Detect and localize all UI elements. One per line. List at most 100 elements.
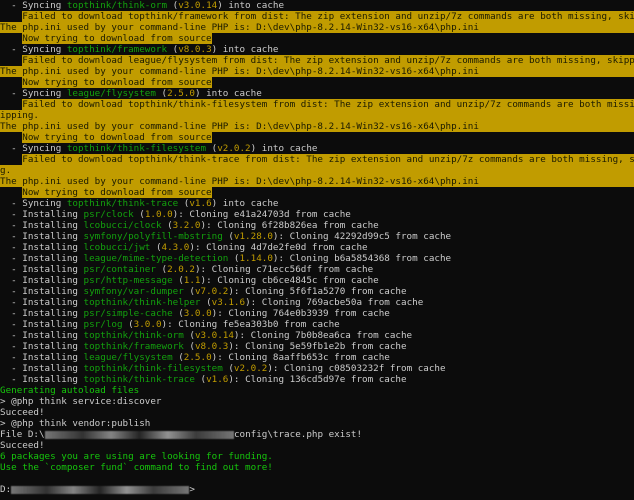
package-name: topthink/think-filesystem [83,363,223,374]
package-version: 2.5.0 [167,88,195,99]
package-name: topthink/framework [83,341,184,352]
line-text: - Installing [0,264,84,275]
package-version: 4.3.0 [161,242,190,253]
line-text: ( [200,297,212,308]
warning-line: The php.ini used by your command-line PH… [0,121,634,132]
warning-text: Now trying to download from source [22,132,212,143]
line-text: ): Cloning 5e59fb1e2b from cache [228,341,407,352]
line-text: ( [161,220,173,231]
line-text: ): Cloning 764e0b3939 from cache [211,308,390,319]
package-version: 2.5.0 [183,352,212,363]
package-name: lcobucci/clock [83,220,162,231]
terminal-line: 6 packages you are using are looking for… [0,451,634,462]
line-text: - Installing [0,341,84,352]
line-text: - Syncing [0,44,67,55]
terminal-line: - Installing topthink/think-trace (v1.6)… [0,374,634,385]
line-text: ( [228,253,240,264]
line-text: Use the `composer fund` command to find … [0,462,273,473]
terminal-line: - Installing psr/clock (1.0.0): Cloning … [0,209,634,220]
package-name: league/flysystem [83,352,173,363]
line-text: - Installing [0,308,84,319]
warning-text: Now trying to download from source [22,77,212,88]
terminal-line: Succeed! [0,407,634,418]
line-text: - Syncing [0,198,67,209]
package-name: symfony/var-dumper [83,286,184,297]
package-version: v2.0.2 [233,363,268,374]
line-text: The php.ini used by your command-line PH… [0,121,479,132]
terminal-line: Now trying to download from source [0,77,634,88]
line-text: ( [222,231,234,242]
line-text: The php.ini used by your command-line PH… [0,22,479,33]
redacted-path [44,430,234,439]
line-text [0,132,22,143]
line-text: Succeed! [0,440,45,451]
line-text: ( [183,341,195,352]
terminal-line: - Installing symfony/polyfill-mbstring (… [0,231,634,242]
line-text: D: [0,484,12,495]
terminal-line: File D:\ config\trace.php exist! [0,429,634,440]
terminal-line: Failed to download topthink/think-filesy… [0,99,634,110]
line-text: ): Cloning 769acbe50a from cache [245,297,424,308]
line-text: ): Cloning 42292d99c5 from cache [272,231,452,242]
line-text: ( [194,374,207,385]
package-version: v8.0.3 [194,341,229,352]
package-version: 3.0.0 [183,308,212,319]
package-name: psr/simple-cache [83,308,173,319]
terminal-line: Failed to download topthink/framework fr… [0,11,634,22]
line-text: The php.ini used by your command-line PH… [0,66,479,77]
line-text: Succeed! [0,407,45,418]
line-text: ( [155,264,168,275]
line-text: - Syncing [0,0,67,11]
terminal-line: - Syncing topthink/think-trace (v1.6) in… [0,198,634,209]
line-text: ) into cache [211,44,279,55]
package-version: 3.0.0 [133,319,162,330]
package-name: psr/log [83,319,123,330]
terminal-line: - Syncing topthink/think-filesystem (v2.… [0,143,634,154]
line-text: - Installing [0,319,84,330]
line-text: ( [172,275,184,286]
line-text: ): Cloning 7b0b8ea6ca from cache [233,330,413,341]
line-text: ): Cloning b6a5854368 from cache [272,253,452,264]
terminal-line: Generating autoload files [0,385,634,396]
terminal-line: Use the `composer fund` command to find … [0,462,634,473]
line-text: ( [150,242,162,253]
terminal-line: - Installing topthink/think-orm (v3.0.14… [0,330,634,341]
package-name: symfony/polyfill-mbstring [83,231,223,242]
line-text: ( [122,319,134,330]
line-text: ) into cache [194,88,262,99]
package-version: v3.0.14 [178,0,218,11]
line-text: ( [178,198,190,209]
line-text: - Installing [0,363,84,374]
package-version: 1.14.0 [239,253,273,264]
line-text: ( [206,143,218,154]
package-version: v1.6 [206,374,229,385]
line-text: ): Cloning 4d7de2fe0d from cache [189,242,368,253]
package-name: psr/http-message [83,275,173,286]
line-text: ): Cloning c08503232f from cache [267,363,446,374]
line-text: ( [172,352,184,363]
package-version: 1.1 [183,275,201,286]
terminal-line: Failed to download league/flysystem from… [0,55,634,66]
command-prompt-line[interactable]: D: > [0,484,634,495]
line-text: - Installing [0,286,84,297]
package-version: 3.2.0 [172,220,201,231]
line-text: - Installing [0,297,84,308]
redacted-path [11,485,190,494]
line-text: ( [167,0,179,11]
warning-text: Failed to download league/flysystem from… [22,55,634,66]
line-text [0,77,22,88]
terminal-line: Now trying to download from source [0,187,634,198]
line-text: ): Cloning fe5ea303b0 from cache [161,319,340,330]
line-text: - Installing [0,374,84,385]
package-version: 1.0.0 [144,209,173,220]
package-version: 2.0.2 [167,264,195,275]
package-version: v2.0.2 [217,143,251,154]
warning-line: g. [0,165,634,176]
package-version: v7.0.2 [194,286,229,297]
package-name: psr/clock [83,209,134,220]
package-version: v3.1.6 [211,297,246,308]
terminal-output[interactable]: - Syncing topthink/think-orm (v3.0.14) i… [0,0,634,500]
package-version: v1.6 [189,198,212,209]
line-text: - Installing [0,209,84,220]
